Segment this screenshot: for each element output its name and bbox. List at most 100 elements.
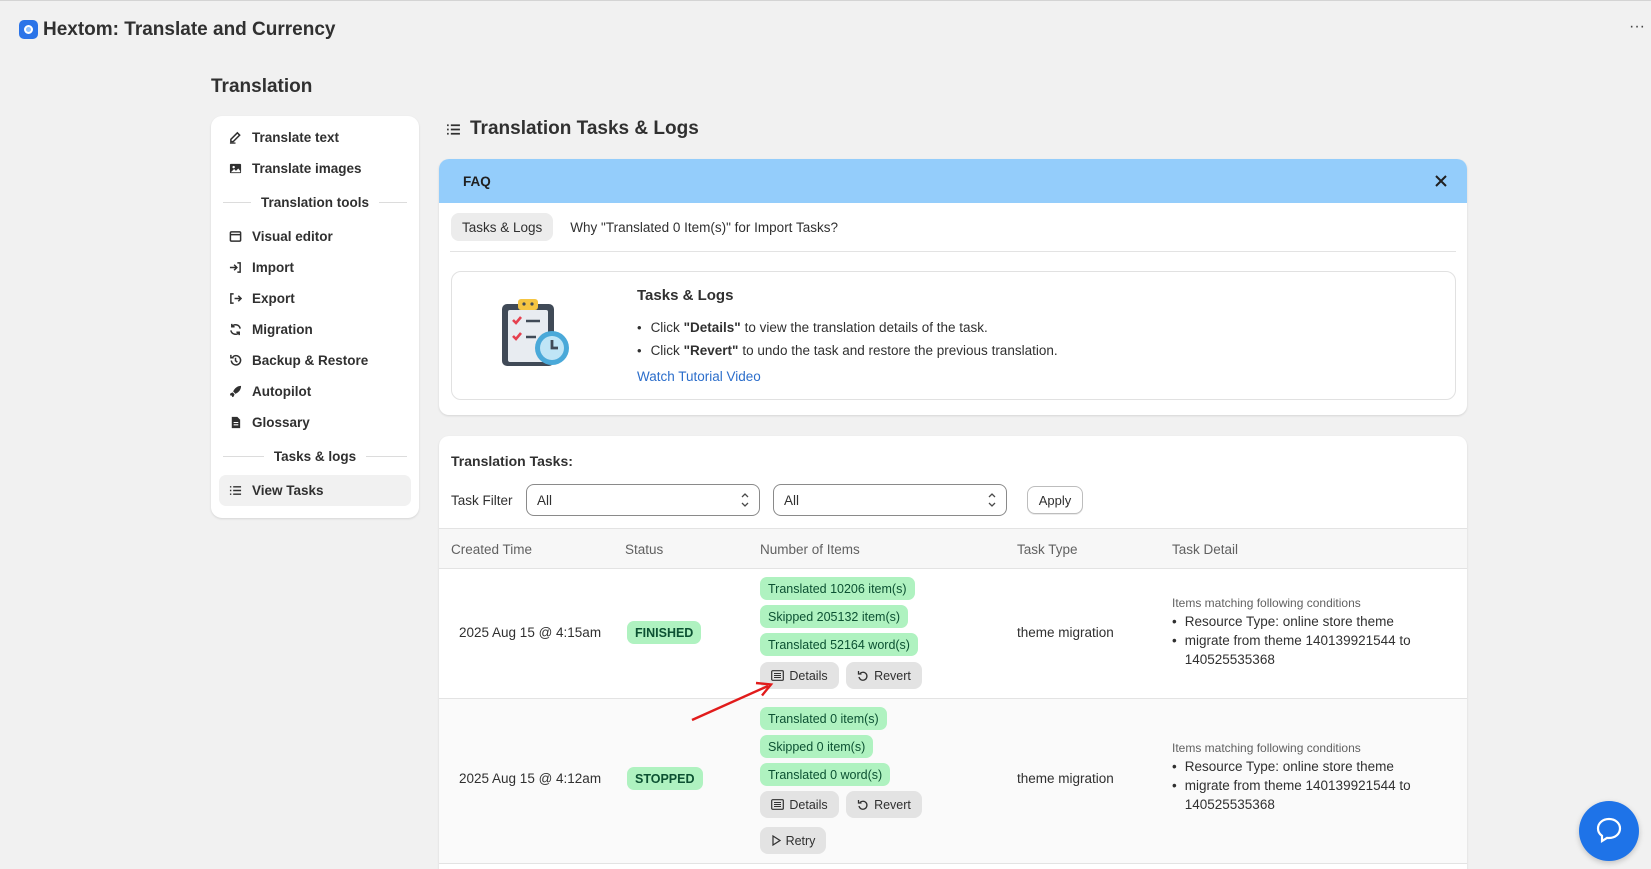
- sidebar-section-tasks: Tasks & logs: [211, 438, 419, 475]
- faq-card: FAQ Tasks & Logs Why "Translated 0 Item(…: [439, 159, 1467, 415]
- list-item: Click "Revert"to undo the task and resto…: [637, 339, 1058, 362]
- sidebar-item-label: Import: [252, 260, 294, 275]
- column-header: Number of Items: [760, 542, 860, 557]
- sidebar-item-migration[interactable]: Migration: [219, 314, 411, 345]
- column-header: Status: [625, 542, 664, 557]
- task-detail-list: Resource Type: online store theme migrat…: [1172, 757, 1422, 814]
- page-title: Translation: [211, 76, 313, 97]
- faq-header-label: FAQ: [463, 173, 491, 189]
- select-value: All: [537, 492, 553, 508]
- bullet-rest: to view the translation details of the t…: [744, 320, 988, 335]
- detail-text: Resource Type: online store theme: [1184, 759, 1394, 774]
- chevron-up-down-icon: [740, 490, 750, 510]
- bullet-prefix: Click: [650, 320, 680, 335]
- sidebar-section-tools: Translation tools: [211, 184, 419, 221]
- column-header: Task Detail: [1172, 542, 1239, 557]
- section-label: Tasks & logs: [273, 449, 357, 464]
- export-icon: [228, 292, 242, 306]
- undo-icon: [857, 670, 869, 682]
- list-box-icon: [771, 670, 785, 681]
- button-label: Retry: [785, 833, 816, 848]
- app-title: Hextom: Translate and Currency: [43, 19, 336, 40]
- sidebar-item-export[interactable]: Export: [219, 283, 411, 314]
- task-filter-select-2[interactable]: All: [773, 484, 1007, 516]
- details-button[interactable]: Details: [760, 662, 839, 689]
- button-label: Details: [789, 668, 828, 683]
- table-row: 2025 Aug 15 @ 4:12am STOPPED Translated …: [439, 699, 1467, 864]
- watch-tutorial-link[interactable]: Watch Tutorial Video: [637, 369, 761, 384]
- sidebar-item-label: Visual editor: [252, 229, 333, 244]
- sidebar-item-label: View Tasks: [252, 483, 324, 498]
- sidebar-item-label: Backup & Restore: [252, 353, 369, 368]
- column-header: Created Time: [451, 542, 533, 557]
- close-icon[interactable]: [1433, 173, 1449, 189]
- window-icon: [228, 230, 242, 244]
- column-header: Task Type: [1017, 542, 1078, 557]
- task-filter-label: Task Filter: [451, 493, 513, 508]
- sidebar-item-autopilot[interactable]: Autopilot: [219, 376, 411, 407]
- list-box-icon: [771, 799, 785, 810]
- faq-body-title: Tasks & Logs: [637, 287, 734, 304]
- faq-header: FAQ: [439, 159, 1467, 203]
- items-badge: Translated 52164 word(s): [760, 633, 918, 656]
- table-header: Created Time Status Number of Items Task…: [439, 528, 1467, 569]
- rocket-icon: [228, 385, 242, 399]
- undo-icon: [857, 799, 869, 811]
- faq-tab-translated-zero[interactable]: Why "Translated 0 Item(s)" for Import Ta…: [559, 213, 849, 241]
- details-button[interactable]: Details: [760, 791, 839, 818]
- sidebar-item-backup-restore[interactable]: Backup & Restore: [219, 345, 411, 376]
- sidebar-item-import[interactable]: Import: [219, 252, 411, 283]
- list-icon: [228, 484, 242, 498]
- divider: [450, 251, 1456, 252]
- list-icon: [446, 122, 461, 137]
- main-title-text: Translation Tasks & Logs: [470, 118, 699, 139]
- bullet-prefix: Click: [650, 343, 680, 358]
- sidebar-item-view-tasks[interactable]: View Tasks: [219, 475, 411, 506]
- sidebar-item-translate-images[interactable]: Translate images: [219, 153, 411, 184]
- task-detail-heading: Items matching following conditions: [1172, 596, 1361, 610]
- revert-button[interactable]: Revert: [846, 791, 922, 818]
- document-icon: [228, 416, 242, 430]
- task-detail-list: Resource Type: online store theme migrat…: [1172, 612, 1422, 669]
- sidebar-item-label: Export: [252, 291, 295, 306]
- app-bar: Hextom: Translate and Currency ···: [0, 0, 1651, 58]
- select-value: All: [784, 492, 800, 508]
- play-icon: [771, 835, 781, 846]
- items-badge: Translated 0 item(s): [760, 707, 887, 730]
- revert-button[interactable]: Revert: [846, 662, 922, 689]
- section-label: Translation tools: [261, 195, 370, 210]
- list-item: Resource Type: online store theme: [1172, 612, 1422, 631]
- more-actions-icon[interactable]: ···: [1629, 18, 1645, 36]
- task-type: theme migration: [1017, 771, 1114, 786]
- sidebar-item-label: Migration: [252, 322, 313, 337]
- sidebar-item-translate-text[interactable]: Translate text: [219, 122, 411, 153]
- sidebar-item-glossary[interactable]: Glossary: [219, 407, 411, 438]
- status-badge: FINISHED: [627, 621, 702, 644]
- button-label: Revert: [874, 668, 911, 683]
- refresh-icon: [228, 323, 242, 337]
- retry-button[interactable]: Retry: [760, 827, 826, 854]
- sidebar-item-label: Translate images: [252, 161, 362, 176]
- tasks-title: Translation Tasks:: [451, 453, 573, 469]
- tasks-card: Translation Tasks: Task Filter All All A…: [439, 436, 1467, 869]
- list-item: migrate from theme 140139921544 to 14052…: [1172, 631, 1422, 669]
- image-icon: [228, 162, 242, 176]
- faq-body: Tasks & Logs Click "Details"to view the …: [451, 271, 1456, 400]
- clipboard-clock-icon: [496, 294, 576, 374]
- task-type: theme migration: [1017, 625, 1114, 640]
- chat-button[interactable]: [1579, 801, 1639, 861]
- items-badge: Skipped 205132 item(s): [760, 605, 909, 628]
- apply-button[interactable]: Apply: [1027, 486, 1083, 514]
- items-badge: Translated 10206 item(s): [760, 577, 915, 600]
- list-item: Click "Details"to view the translation d…: [637, 316, 1058, 339]
- list-item: Resource Type: online store theme: [1172, 757, 1422, 776]
- sidebar: Translate text Translate images Translat…: [211, 116, 419, 518]
- sidebar-item-visual-editor[interactable]: Visual editor: [219, 221, 411, 252]
- created-time: 2025 Aug 15 @ 4:12am: [459, 771, 602, 786]
- app-logo-icon: [19, 20, 38, 39]
- status-badge: STOPPED: [627, 767, 703, 790]
- main-title: Translation Tasks & Logs: [446, 118, 699, 140]
- sidebar-item-label: Glossary: [252, 415, 310, 430]
- faq-tab-tasks-logs[interactable]: Tasks & Logs: [451, 213, 554, 241]
- task-filter-select-1[interactable]: All: [526, 484, 760, 516]
